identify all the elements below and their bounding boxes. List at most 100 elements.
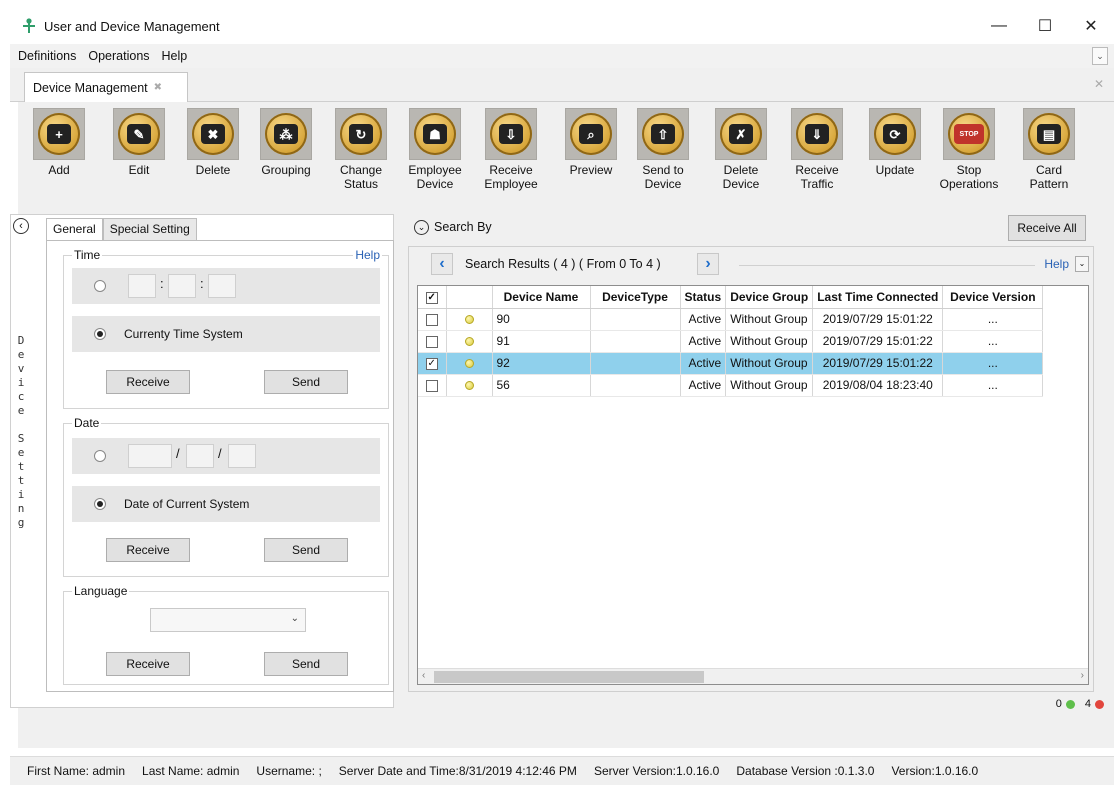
cell-device-type (590, 330, 681, 353)
row-checkbox[interactable] (425, 335, 438, 348)
date-manual-radio[interactable] (94, 450, 106, 462)
tab-special-setting[interactable]: Special Setting (102, 218, 197, 240)
toolbar-label: Delete Device (722, 163, 760, 191)
time-system-radio[interactable] (94, 328, 106, 340)
scroll-right-icon[interactable]: › (1081, 670, 1084, 681)
vertical-label-char: t (17, 460, 25, 473)
horizontal-scrollbar[interactable]: ‹ › (418, 668, 1088, 684)
row-checkbox-cell[interactable]: ✓ (418, 352, 447, 375)
row-checkbox-cell[interactable] (418, 374, 447, 397)
toolbar-update-button[interactable]: ⟳ Update (856, 108, 934, 177)
cell-device-version: ... (942, 374, 1044, 397)
time-group: Time Help : : Currenty Time System Recei… (63, 248, 389, 409)
language-send-button[interactable]: Send (264, 652, 348, 676)
online-count: 0 (1055, 698, 1062, 710)
icon-badge: ⁂ (265, 113, 307, 155)
toolbar-receive-traffic-button[interactable]: ⇓ Receive Traffic (778, 108, 856, 191)
language-receive-button[interactable]: Receive (106, 652, 190, 676)
cell-device-group: Without Group (725, 330, 814, 353)
status-db-version: Database Version :0.1.3.0 (736, 764, 875, 778)
toolbar-delete-device-button[interactable]: ✗ Delete Device (702, 108, 780, 191)
date-day-field[interactable] (128, 444, 172, 468)
table-row[interactable]: 90 Active Without Group 2019/07/29 15:01:22… (418, 308, 1044, 331)
table-row[interactable]: 56 Active Without Group 2019/08/04 18:23:40… (418, 374, 1044, 397)
vertical-label-char: S (17, 432, 25, 445)
maximize-button[interactable]: ☐ (1022, 8, 1068, 44)
row-checkbox[interactable] (425, 313, 438, 326)
menu-help[interactable]: Help (162, 49, 188, 63)
tab-general[interactable]: General (46, 218, 103, 242)
time-minute-field[interactable] (168, 274, 196, 298)
results-header: ‹ Search Results ( 4 ) ( From 0 To 4 ) ›… (409, 253, 1095, 277)
scrollbar-thumb[interactable] (434, 671, 704, 683)
toolbar-receive-employee-button[interactable]: ⇩ Receive Employee (472, 108, 550, 191)
toolbar-label: Change Status (339, 163, 383, 191)
chevron-down-icon[interactable]: ⌄ (1092, 47, 1108, 65)
tab-device-management[interactable]: Device Management ✖ (24, 72, 188, 102)
delete-icon: ✖ (187, 108, 239, 160)
toolbar-change-status-button[interactable]: ↻ Change Status (322, 108, 400, 191)
online-dot-icon (1065, 699, 1075, 709)
toolbar-label: Grouping (261, 163, 311, 177)
time-second-field[interactable] (208, 274, 236, 298)
tab-close-icon[interactable]: ✖ (154, 82, 162, 93)
receive-all-button[interactable]: Receive All (1008, 215, 1086, 241)
toolbar-edit-button[interactable]: ✎ Edit (100, 108, 178, 177)
row-checkbox-cell[interactable] (418, 308, 447, 331)
table-row[interactable]: ✓ 92 Active Without Group 2019/07/29 15:01:2… (418, 352, 1044, 375)
vertical-label-char: g (17, 516, 25, 529)
date-send-button[interactable]: Send (264, 538, 348, 562)
time-send-button[interactable]: Send (264, 370, 348, 394)
col-device-type[interactable]: DeviceType (590, 286, 681, 309)
col-status[interactable]: Status (680, 286, 727, 309)
col-device-group[interactable]: Device Group (725, 286, 814, 309)
time-manual-radio[interactable] (94, 280, 106, 292)
results-help-link[interactable]: Help (1044, 257, 1069, 271)
date-month-field[interactable] (186, 444, 214, 468)
row-checkbox-cell[interactable] (418, 330, 447, 353)
toolbar-grouping-button[interactable]: ⁂ Grouping (247, 108, 325, 177)
scroll-left-icon[interactable]: ‹ (422, 670, 425, 681)
previous-page-icon[interactable]: ‹ (431, 253, 453, 275)
language-select[interactable]: ⌄ (150, 608, 306, 632)
minimize-button[interactable]: — (976, 8, 1022, 44)
date-year-field[interactable] (228, 444, 256, 468)
close-button[interactable]: ✕ (1068, 8, 1114, 44)
time-receive-button[interactable]: Receive (106, 370, 190, 394)
stop-icon: STOP (943, 108, 995, 160)
time-help-link[interactable]: Help (353, 248, 382, 262)
table-row[interactable]: 91 Active Without Group 2019/07/29 15:01:22… (418, 330, 1044, 353)
toolbar-preview-button[interactable]: ⌕ Preview (552, 108, 630, 177)
toolbar-add-button[interactable]: + Add (20, 108, 98, 177)
time-separator: : (200, 276, 204, 291)
row-checkbox[interactable] (425, 379, 438, 392)
toolbar-label: Preview (569, 163, 613, 177)
toolbar-delete-button[interactable]: ✖ Delete (174, 108, 252, 177)
toolbar-employee-device-button[interactable]: ☗ Employee Device (396, 108, 474, 191)
menu-definitions[interactable]: Definitions (18, 49, 76, 63)
close-icon[interactable]: ✕ (1094, 77, 1104, 91)
side-strip: ‹ Device Setting (10, 214, 38, 708)
toolbar-label: Send to Device (642, 163, 684, 191)
toolbar-stop-button[interactable]: STOP Stop Operations (930, 108, 1008, 191)
toolbar-card-pattern-button[interactable]: ▤ Card Pattern (1010, 108, 1088, 191)
col-last-connected[interactable]: Last Time Connected (812, 286, 944, 309)
col-device-name[interactable]: Device Name (492, 286, 591, 309)
select-all-cell[interactable]: ✓ (418, 286, 447, 309)
toolbar-label: Card Pattern (1029, 163, 1069, 191)
search-by-label[interactable]: Search By (434, 220, 492, 234)
col-device-version[interactable]: Device Version (942, 286, 1044, 309)
select-all-checkbox[interactable]: ✓ (425, 291, 438, 304)
date-receive-button[interactable]: Receive (106, 538, 190, 562)
toolbar-send-to-device-button[interactable]: ⇧ Send to Device (624, 108, 702, 191)
time-hour-field[interactable] (128, 274, 156, 298)
date-system-radio[interactable] (94, 498, 106, 510)
expand-search-icon[interactable]: ⌄ (414, 220, 429, 235)
chevron-down-icon[interactable]: ⌄ (1075, 256, 1089, 272)
card-pattern-icon: ▤ (1023, 108, 1075, 160)
menu-operations[interactable]: Operations (88, 49, 149, 63)
collapse-left-icon[interactable]: ‹ (13, 218, 29, 234)
row-checkbox[interactable]: ✓ (425, 357, 438, 370)
offline-dot-icon (1095, 699, 1104, 709)
next-page-icon[interactable]: › (697, 253, 719, 275)
